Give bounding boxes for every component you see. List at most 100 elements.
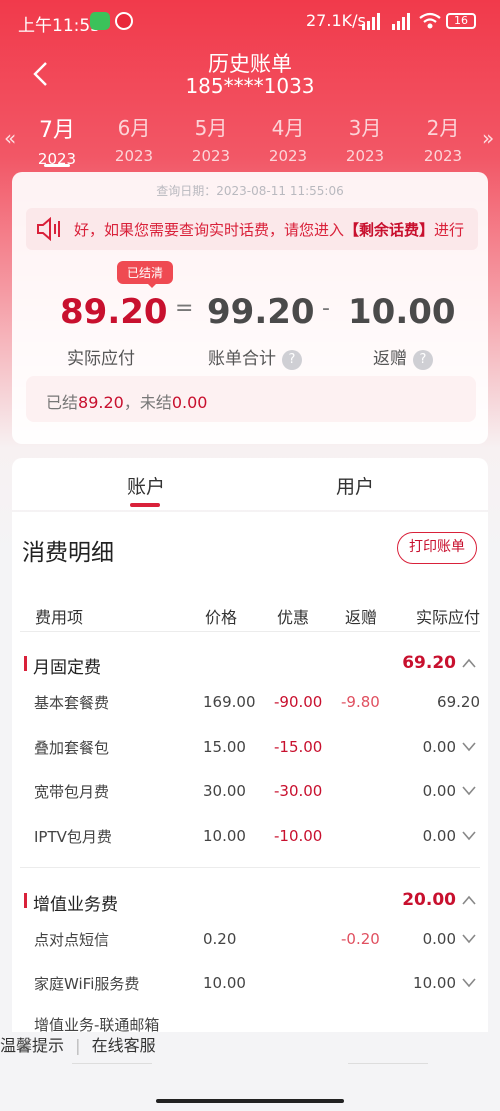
fee-price: 10.00 bbox=[203, 827, 246, 845]
query-date: 查询日期：2023-08-11 11:55:06 bbox=[156, 184, 344, 198]
active-tab-underline bbox=[130, 503, 160, 507]
fee-actual: 0.00 bbox=[422, 782, 456, 800]
column-header-discount: 优惠 bbox=[277, 608, 310, 627]
detail-title: 消费明细 bbox=[22, 540, 114, 566]
help-icon[interactable]: ? bbox=[413, 350, 433, 370]
chevron-up-icon[interactable] bbox=[462, 895, 476, 905]
section-total: 69.20 bbox=[402, 653, 456, 673]
wechat-icon bbox=[90, 12, 110, 30]
tab-month-5[interactable]: 5月 2023 bbox=[176, 112, 246, 165]
fee-discount: -15.00 bbox=[274, 738, 323, 756]
tab-month-4[interactable]: 4月 2023 bbox=[253, 112, 323, 165]
chevron-down-icon[interactable] bbox=[462, 742, 476, 752]
fee-discount: -30.00 bbox=[274, 782, 323, 800]
tab-month-6[interactable]: 6月 2023 bbox=[99, 112, 169, 165]
fee-price: 15.00 bbox=[203, 738, 246, 756]
column-header-item: 费用项 bbox=[35, 608, 84, 627]
status-badge: 已结清 bbox=[117, 261, 174, 288]
help-icon[interactable]: ? bbox=[282, 350, 302, 370]
fee-price: 30.00 bbox=[203, 782, 246, 800]
fee-price: 0.20 bbox=[203, 930, 237, 948]
month-label: 4月 bbox=[271, 116, 305, 140]
chevron-down-icon[interactable] bbox=[462, 831, 476, 841]
column-header-actual: 实际应付 bbox=[416, 608, 481, 627]
chevron-left-icon[interactable]: « bbox=[4, 126, 16, 150]
fee-item: 叠加套餐包 bbox=[34, 739, 110, 757]
status-time: 上午11:55 bbox=[18, 16, 101, 36]
phone-number: 185****1033 bbox=[185, 74, 315, 98]
minus-sign: - bbox=[322, 296, 330, 321]
fee-actual: 69.20 bbox=[437, 693, 480, 711]
chevron-down-icon[interactable] bbox=[462, 786, 476, 796]
bill-total-amount: 99.20 bbox=[207, 292, 315, 332]
speaker-icon bbox=[37, 217, 60, 241]
chevron-down-icon[interactable] bbox=[462, 978, 476, 988]
year-label: 2023 bbox=[345, 147, 385, 165]
online-service-link[interactable]: 在线客服 bbox=[92, 1036, 156, 1055]
warm-tips-link[interactable]: 温馨提示 bbox=[0, 1036, 64, 1055]
tab-user[interactable]: 用户 bbox=[336, 472, 374, 499]
year-label: 2023 bbox=[268, 147, 308, 165]
home-indicator bbox=[156, 1099, 344, 1103]
notice-banner[interactable]: 好，如果您需要查询实时话费，请您进入【剩余话费】进行 bbox=[26, 208, 478, 250]
month-label: 2月 bbox=[426, 116, 460, 140]
footer-divider: | bbox=[75, 1036, 81, 1055]
chevron-down-icon[interactable] bbox=[462, 934, 476, 944]
remaining-balance-link[interactable]: 【剩余话费】 bbox=[344, 221, 434, 239]
month-label: 6月 bbox=[117, 116, 151, 140]
year-label: 2023 bbox=[423, 147, 463, 165]
fee-price: 10.00 bbox=[203, 974, 246, 992]
rebate-amount: 10.00 bbox=[348, 292, 456, 332]
equals-sign: = bbox=[175, 296, 194, 321]
status-bar: 上午11:55 27.1K/s 16 bbox=[0, 0, 500, 44]
fee-rebate: -9.80 bbox=[341, 693, 380, 711]
tab-month-2[interactable]: 2月 2023 bbox=[408, 112, 478, 165]
footer-line-left bbox=[72, 1063, 152, 1064]
year-label: 2023 bbox=[114, 147, 154, 165]
signal-icon bbox=[362, 13, 380, 30]
fee-actual: 0.00 bbox=[422, 827, 456, 845]
actual-label: 实际应付 bbox=[67, 349, 135, 369]
actual-amount: 89.20 bbox=[60, 292, 168, 332]
print-bill-button[interactable]: 打印账单 bbox=[397, 532, 477, 564]
month-label: 7月 bbox=[39, 118, 75, 143]
fee-price: 169.00 bbox=[203, 693, 256, 711]
rebate-label: 返赠? bbox=[373, 344, 433, 370]
section-value-added-fee[interactable]: 增值业务费 bbox=[24, 890, 118, 915]
month-label: 3月 bbox=[348, 116, 382, 140]
fee-rebate: -0.20 bbox=[341, 930, 380, 948]
header-divider bbox=[20, 631, 480, 632]
fee-actual: 10.00 bbox=[413, 974, 456, 992]
tab-account[interactable]: 账户 bbox=[127, 472, 165, 499]
fee-item: 家庭WiFi服务费 bbox=[34, 975, 140, 993]
notice-text: 好，如果您需要查询实时话费，请您进入【剩余话费】进行 bbox=[74, 221, 465, 239]
account-user-tabs bbox=[12, 458, 488, 510]
fee-item: 宽带包月费 bbox=[34, 783, 110, 801]
column-header-rebate: 返赠 bbox=[345, 608, 378, 627]
active-month-underline bbox=[44, 164, 70, 167]
fee-item: IPTV包月费 bbox=[34, 828, 112, 846]
section-total: 20.00 bbox=[402, 890, 456, 910]
fee-item: 点对点短信 bbox=[34, 931, 110, 949]
chevron-right-icon[interactable]: » bbox=[482, 126, 494, 150]
fee-discount: -10.00 bbox=[274, 827, 323, 845]
footer-links: 温馨提示 | 在线客服 bbox=[0, 1032, 500, 1056]
section-divider bbox=[20, 867, 480, 868]
network-speed: 27.1K/s bbox=[306, 11, 366, 30]
fee-actual: 0.00 bbox=[422, 930, 456, 948]
footer-line-right bbox=[348, 1063, 428, 1064]
total-label: 账单合计? bbox=[208, 344, 302, 370]
battery-icon: 16 bbox=[446, 13, 476, 29]
chevron-up-icon[interactable] bbox=[462, 658, 476, 668]
fee-item: 基本套餐费 bbox=[34, 694, 110, 712]
signal-icon-2 bbox=[392, 13, 410, 30]
month-label: 5月 bbox=[194, 116, 228, 140]
column-header-price: 价格 bbox=[205, 608, 238, 627]
wifi-icon bbox=[419, 12, 441, 29]
tab-month-7[interactable]: 7月 2023 bbox=[22, 112, 92, 168]
section-monthly-fee[interactable]: 月固定费 bbox=[24, 653, 101, 678]
settlement-status: 已结89.20，未结0.00 bbox=[26, 376, 476, 422]
tab-month-3[interactable]: 3月 2023 bbox=[330, 112, 400, 165]
year-label: 2023 bbox=[191, 147, 231, 165]
fee-discount: -90.00 bbox=[274, 693, 323, 711]
